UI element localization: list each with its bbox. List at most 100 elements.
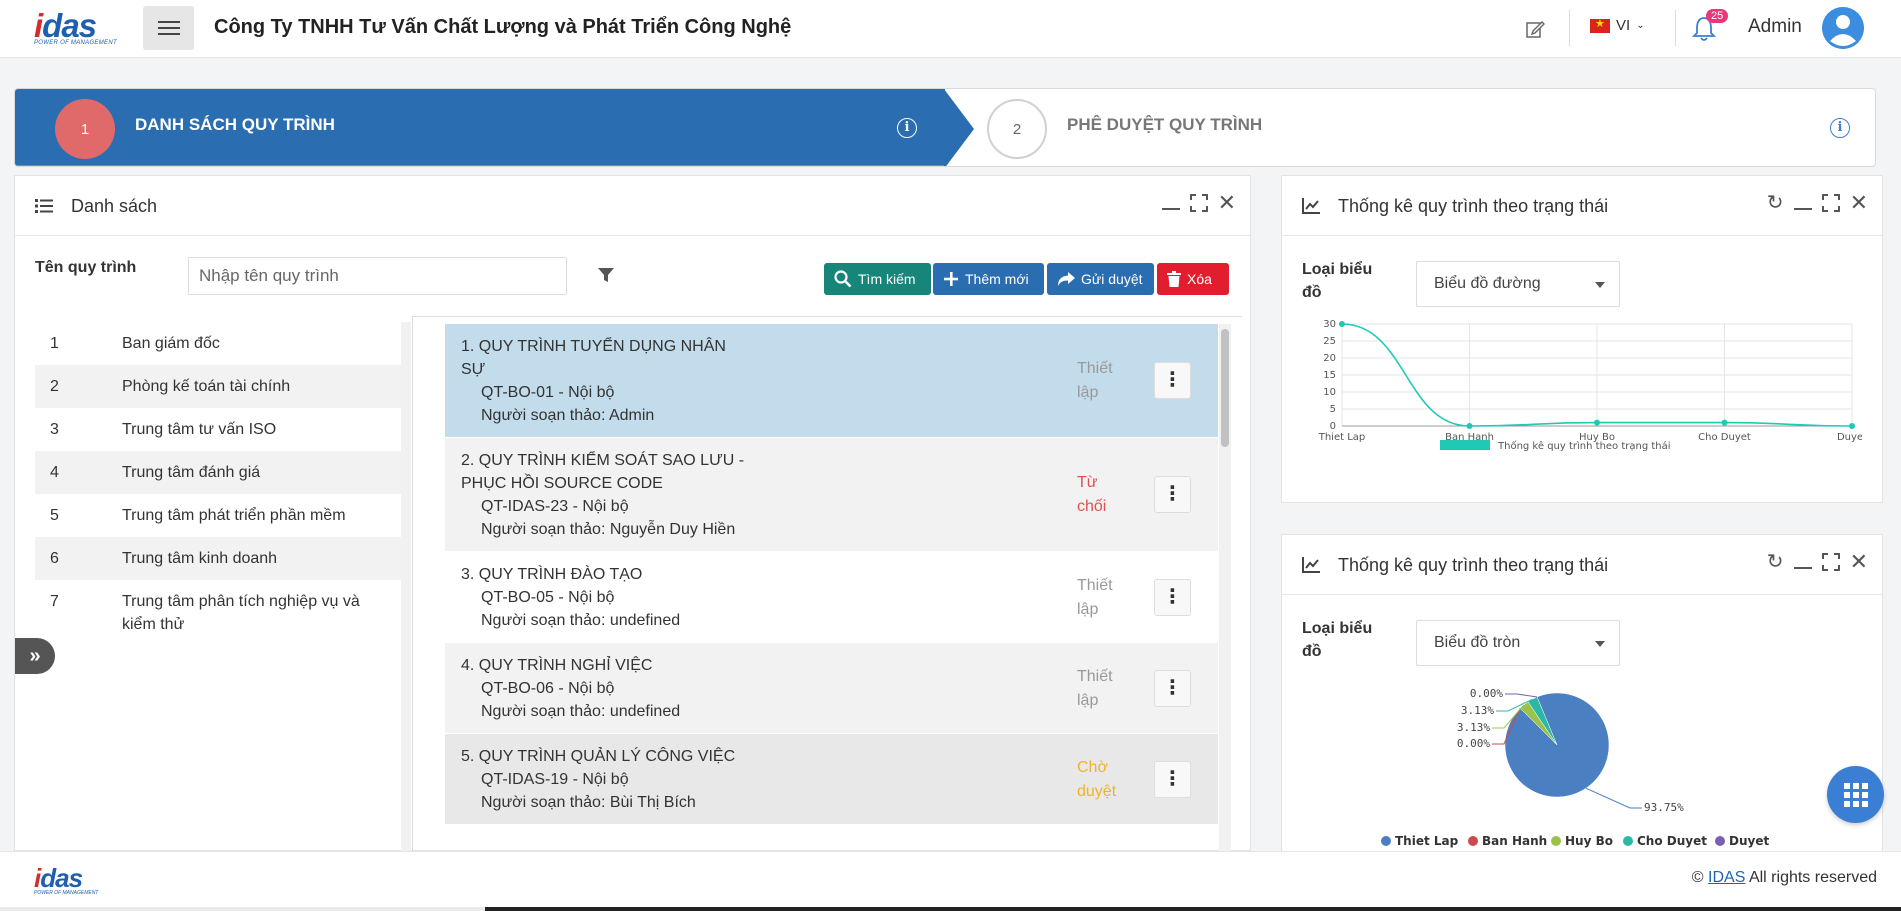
panel-header: Thống kê quy trình theo trạng thái ↻ ✕ <box>1282 535 1882 595</box>
close-icon[interactable]: ✕ <box>1850 551 1868 573</box>
app-grid-button[interactable] <box>1827 766 1884 823</box>
y-tick-label: 15 <box>1323 370 1336 381</box>
footer-logo[interactable]: idas POWER OF MANAGEMENT <box>34 865 98 896</box>
leader-line <box>1585 787 1642 809</box>
data-label: 0.00% <box>1457 737 1490 750</box>
language-selector[interactable]: VI ⌄ <box>1590 17 1645 34</box>
list-item[interactable]: 1 Ban giám đốc <box>35 322 401 365</box>
more-options-button[interactable]: ⋮ <box>1154 669 1191 707</box>
user-name[interactable]: Admin <box>1748 16 1802 38</box>
legend-label: Duyet <box>1729 834 1769 848</box>
plus-icon <box>944 272 958 286</box>
process-author: Người soạn thảo: Nguyễn Duy Hiền <box>481 521 736 538</box>
step-process-list[interactable]: 1 DANH SÁCH QUY TRÌNH i <box>15 89 945 166</box>
process-title: 1. QUY TRÌNH TUYỂN DỤNG NHÂN SỰ <box>461 338 726 378</box>
process-stepper: 1 DANH SÁCH QUY TRÌNH i 2 PHÊ DUYỆT QUY … <box>14 88 1876 167</box>
chart-type-label: Loại biểu đồ <box>1302 261 1373 301</box>
vietnam-flag-icon <box>1590 17 1610 33</box>
step2-label[interactable]: PHÊ DUYỆT QUY TRÌNH <box>1067 115 1262 135</box>
copyright: © IDAS All rights reserved <box>1691 869 1877 886</box>
add-button[interactable]: Thêm mới <box>933 263 1044 295</box>
more-options-button[interactable]: ⋮ <box>1154 760 1191 798</box>
process-title: 2. QUY TRÌNH KIỂM SOÁT SAO LƯU - PHỤC HỒ… <box>461 452 745 492</box>
more-options-button[interactable]: ⋮ <box>1154 362 1191 399</box>
legend-label: Thiet Lap <box>1395 834 1459 848</box>
legend-label: Ban Hanh <box>1482 834 1547 848</box>
chart-type-label: Loại biểu đồ <box>1302 620 1373 660</box>
expand-sidebar-button[interactable]: » <box>15 638 55 674</box>
list-item[interactable]: 4 Trung tâm đánh giá <box>35 451 401 494</box>
menu-toggle-button[interactable] <box>143 6 194 50</box>
legend-swatch <box>1440 440 1490 450</box>
y-tick-label: 20 <box>1323 353 1336 364</box>
y-tick-label: 30 <box>1323 319 1336 330</box>
idas-logo[interactable]: idas POWER OF MANAGEMENT <box>34 9 122 48</box>
list-item[interactable]: 5 Trung tâm phát triển phần mềm <box>35 494 401 537</box>
filter-icon[interactable] <box>597 266 615 284</box>
close-icon[interactable]: ✕ <box>1850 192 1868 214</box>
refresh-icon[interactable]: ↻ <box>1767 193 1784 213</box>
list-item[interactable]: 7 Trung tâm phân tích nghiệp vụ và kiểm t… <box>35 580 401 646</box>
process-list-panel: Danh sách ✕ Tên quy trình Tìm kiếm Thêm … <box>14 175 1251 852</box>
edit-icon[interactable] <box>1525 19 1545 39</box>
fullscreen-icon[interactable] <box>1821 553 1840 571</box>
y-tick-label: 5 <box>1330 404 1336 415</box>
hamburger-icon <box>157 21 180 23</box>
department-list: 1 Ban giám đốc 2 Phòng kế toán tài chính 3… <box>35 322 401 646</box>
panel-title: Danh sách <box>71 196 158 216</box>
status-badge: Chờ duyệt <box>1077 758 1117 800</box>
idas-link[interactable]: IDAS <box>1708 869 1745 886</box>
data-label: 3.13% <box>1461 704 1494 717</box>
minimize-icon[interactable] <box>1161 194 1180 212</box>
process-name-input[interactable] <box>188 257 567 295</box>
info-icon[interactable]: i <box>1830 118 1850 138</box>
status-stats-pie-panel: Thống kê quy trình theo trạng thái ↻ ✕ L… <box>1281 534 1883 852</box>
data-point <box>1466 423 1473 429</box>
list-item[interactable]: 3 Trung tâm tư vấn ISO <box>35 408 401 451</box>
y-tick-label: 10 <box>1323 387 1336 398</box>
fullscreen-icon[interactable] <box>1189 194 1208 212</box>
process-item[interactable]: 4. QUY TRÌNH NGHỈ VIỆC QT-BO-06 - Nội bộ N… <box>445 643 1218 734</box>
step2-number[interactable]: 2 <box>987 99 1047 159</box>
leader-line <box>1505 693 1538 698</box>
legend-swatch <box>1715 836 1725 846</box>
fullscreen-icon[interactable] <box>1821 194 1840 212</box>
list-item[interactable]: 6 Trung tâm kinh doanh <box>35 537 401 580</box>
status-badge: Thiết lập <box>1077 360 1113 401</box>
refresh-icon[interactable]: ↻ <box>1767 552 1784 572</box>
list-icon <box>35 199 53 213</box>
chart-type-select[interactable]: Biểu đồ tròn <box>1416 620 1620 666</box>
search-button[interactable]: Tìm kiếm <box>824 263 931 295</box>
process-item[interactable]: 3. QUY TRÌNH ĐÀO TẠO QT-BO-05 - Nội bộ Ngư… <box>445 552 1218 643</box>
department-scrollbar[interactable] <box>401 322 411 852</box>
data-point <box>1721 419 1728 426</box>
status-badge: Từ chối <box>1077 474 1107 515</box>
panel-tools: ✕ <box>1161 192 1236 214</box>
line-chart-icon <box>1302 198 1320 214</box>
data-label: 3.13% <box>1457 721 1490 734</box>
legend-label: Thống kê quy trình theo trạng thái <box>1497 440 1671 452</box>
avatar[interactable] <box>1822 7 1864 49</box>
company-name: Công Ty TNHH Tư Vấn Chất Lượng và Phát T… <box>214 16 792 38</box>
y-tick-label: 25 <box>1323 336 1336 347</box>
minimize-icon[interactable] <box>1793 553 1812 571</box>
more-options-button[interactable]: ⋮ <box>1154 578 1191 616</box>
process-item[interactable]: 5. QUY TRÌNH QUẢN LÝ CÔNG VIỆC QT-IDAS-19… <box>445 734 1218 825</box>
x-tick-label: Thiet Lap <box>1318 432 1366 443</box>
process-item[interactable]: 1. QUY TRÌNH TUYỂN DỤNG NHÂN SỰ QT-BO-01 … <box>445 324 1218 438</box>
panel-tools: ↻ ✕ <box>1767 551 1868 573</box>
process-item[interactable]: 2. QUY TRÌNH KIỂM SOÁT SAO LƯU - PHỤC HỒ… <box>445 438 1218 552</box>
more-options-button[interactable]: ⋮ <box>1154 476 1191 513</box>
chart-type-select[interactable]: Biểu đồ đường <box>1416 261 1620 307</box>
minimize-icon[interactable] <box>1793 194 1812 212</box>
list-item[interactable]: 2 Phòng kế toán tài chính <box>35 365 401 408</box>
scrollbar-thumb[interactable] <box>1221 329 1229 447</box>
send-approval-button[interactable]: Gửi duyệt <box>1047 263 1154 295</box>
close-icon[interactable]: ✕ <box>1218 192 1236 214</box>
step1-number: 1 <box>55 99 115 159</box>
legend-swatch <box>1551 836 1561 846</box>
data-point <box>1849 423 1855 429</box>
delete-button[interactable]: Xóa <box>1157 263 1229 295</box>
footer: idas POWER OF MANAGEMENT © IDAS All righ… <box>0 851 1901 907</box>
info-icon[interactable]: i <box>897 118 917 138</box>
